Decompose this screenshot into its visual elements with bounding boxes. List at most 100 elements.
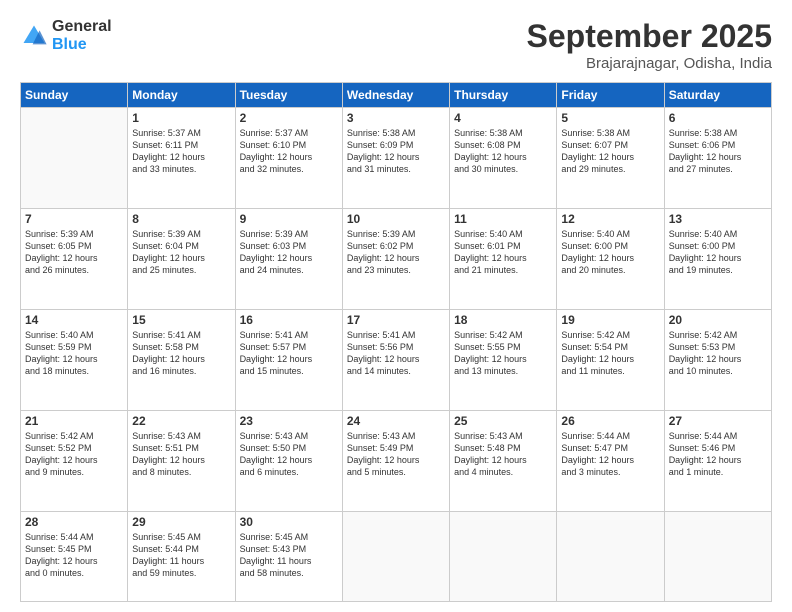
calendar-week-row: 1 Sunrise: 5:37 AM Sunset: 6:11 PM Daylig…: [21, 108, 772, 209]
location: Brajarajnagar, Odisha, India: [527, 55, 772, 72]
calendar-cell: 5Sunrise: 5:38 AM Sunset: 6:07 PM Daylig…: [557, 108, 664, 209]
cell-info: Sunrise: 5:43 AM Sunset: 5:49 PM Dayligh…: [347, 430, 445, 479]
calendar-cell: 15 Sunrise: 5:41 AM Sunset: 5:58 PM Dayli…: [128, 309, 235, 410]
cell-info: Sunrise: 5:38 AM Sunset: 6:09 PM Dayligh…: [347, 127, 445, 176]
cell-info: Sunrise: 5:40 AM Sunset: 6:00 PM Dayligh…: [561, 228, 659, 277]
calendar-cell: 19 Sunrise: 5:42 AM Sunset: 5:54 PM Dayli…: [557, 309, 664, 410]
day-number: 16: [240, 313, 338, 327]
calendar-cell: 8Sunrise: 5:39 AM Sunset: 6:04 PM Daylig…: [128, 208, 235, 309]
weekday-header: Sunday: [21, 83, 128, 108]
calendar-cell: 25 Sunrise: 5:43 AM Sunset: 5:48 PM Dayli…: [450, 410, 557, 511]
logo-text: General Blue: [52, 18, 112, 53]
calendar-cell: [664, 511, 771, 601]
cell-info: Sunrise: 5:42 AM Sunset: 5:52 PM Dayligh…: [25, 430, 123, 479]
header: General Blue September 2025 Brajarajnaga…: [20, 18, 772, 72]
title-block: September 2025 Brajarajnagar, Odisha, In…: [527, 18, 772, 72]
cell-info: Sunrise: 5:44 AM Sunset: 5:45 PM Dayligh…: [25, 531, 123, 580]
calendar-cell: 26 Sunrise: 5:44 AM Sunset: 5:47 PM Dayli…: [557, 410, 664, 511]
weekday-header: Friday: [557, 83, 664, 108]
calendar-cell: 12Sunrise: 5:40 AM Sunset: 6:00 PM Dayli…: [557, 208, 664, 309]
day-number: 30: [240, 515, 338, 529]
calendar-week-row: 14Sunrise: 5:40 AM Sunset: 5:59 PM Dayli…: [21, 309, 772, 410]
weekday-header: Tuesday: [235, 83, 342, 108]
day-number: 5: [561, 111, 659, 125]
day-number: 25: [454, 414, 552, 428]
cell-info: Sunrise: 5:37 AM Sunset: 6:10 PM Dayligh…: [240, 127, 338, 176]
cell-info: Sunrise: 5:45 AM Sunset: 5:44 PM Dayligh…: [132, 531, 230, 580]
day-number: 1: [132, 111, 230, 125]
calendar-week-row: 21 Sunrise: 5:42 AM Sunset: 5:52 PM Dayli…: [21, 410, 772, 511]
weekday-header: Monday: [128, 83, 235, 108]
cell-info: Sunrise: 5:43 AM Sunset: 5:50 PM Dayligh…: [240, 430, 338, 479]
logo: General Blue: [20, 18, 112, 53]
day-number: 18: [454, 313, 552, 327]
calendar-cell: 7Sunrise: 5:39 AM Sunset: 6:05 PM Daylig…: [21, 208, 128, 309]
day-number: 19: [561, 313, 659, 327]
calendar-cell: 9 Sunrise: 5:39 AM Sunset: 6:03 PM Daylig…: [235, 208, 342, 309]
cell-info: Sunrise: 5:43 AM Sunset: 5:51 PM Dayligh…: [132, 430, 230, 479]
calendar-cell: 29 Sunrise: 5:45 AM Sunset: 5:44 PM Dayli…: [128, 511, 235, 601]
calendar-cell: 27 Sunrise: 5:44 AM Sunset: 5:46 PM Dayli…: [664, 410, 771, 511]
weekday-header: Thursday: [450, 83, 557, 108]
cell-info: Sunrise: 5:39 AM Sunset: 6:03 PM Dayligh…: [240, 228, 338, 277]
day-number: 22: [132, 414, 230, 428]
cell-info: Sunrise: 5:42 AM Sunset: 5:55 PM Dayligh…: [454, 329, 552, 378]
calendar-cell: 13Sunrise: 5:40 AM Sunset: 6:00 PM Dayli…: [664, 208, 771, 309]
cell-info: Sunrise: 5:41 AM Sunset: 5:57 PM Dayligh…: [240, 329, 338, 378]
calendar-cell: 18 Sunrise: 5:42 AM Sunset: 5:55 PM Dayli…: [450, 309, 557, 410]
day-number: 13: [669, 212, 767, 226]
calendar-cell: 24 Sunrise: 5:43 AM Sunset: 5:49 PM Dayli…: [342, 410, 449, 511]
cell-info: Sunrise: 5:41 AM Sunset: 5:56 PM Dayligh…: [347, 329, 445, 378]
calendar-week-row: 28Sunrise: 5:44 AM Sunset: 5:45 PM Dayli…: [21, 511, 772, 601]
day-number: 24: [347, 414, 445, 428]
cell-info: Sunrise: 5:42 AM Sunset: 5:54 PM Dayligh…: [561, 329, 659, 378]
calendar-cell: 17Sunrise: 5:41 AM Sunset: 5:56 PM Dayli…: [342, 309, 449, 410]
day-number: 10: [347, 212, 445, 226]
calendar-cell: [21, 108, 128, 209]
day-number: 15: [132, 313, 230, 327]
day-number: 8: [132, 212, 230, 226]
calendar-cell: [342, 511, 449, 601]
cell-info: Sunrise: 5:42 AM Sunset: 5:53 PM Dayligh…: [669, 329, 767, 378]
cell-info: Sunrise: 5:41 AM Sunset: 5:58 PM Dayligh…: [132, 329, 230, 378]
cell-info: Sunrise: 5:39 AM Sunset: 6:02 PM Dayligh…: [347, 228, 445, 277]
day-number: 6: [669, 111, 767, 125]
calendar-table: SundayMondayTuesdayWednesdayThursdayFrid…: [20, 82, 772, 602]
calendar-cell: 22 Sunrise: 5:43 AM Sunset: 5:51 PM Dayli…: [128, 410, 235, 511]
calendar-header-row: SundayMondayTuesdayWednesdayThursdayFrid…: [21, 83, 772, 108]
day-number: 21: [25, 414, 123, 428]
day-number: 4: [454, 111, 552, 125]
cell-info: Sunrise: 5:44 AM Sunset: 5:47 PM Dayligh…: [561, 430, 659, 479]
calendar-cell: [450, 511, 557, 601]
day-number: 14: [25, 313, 123, 327]
calendar-cell: 4Sunrise: 5:38 AM Sunset: 6:08 PM Daylig…: [450, 108, 557, 209]
day-number: 3: [347, 111, 445, 125]
calendar-cell: 2Sunrise: 5:37 AM Sunset: 6:10 PM Daylig…: [235, 108, 342, 209]
calendar-cell: 1 Sunrise: 5:37 AM Sunset: 6:11 PM Daylig…: [128, 108, 235, 209]
cell-info: Sunrise: 5:44 AM Sunset: 5:46 PM Dayligh…: [669, 430, 767, 479]
calendar-cell: [557, 511, 664, 601]
cell-info: Sunrise: 5:43 AM Sunset: 5:48 PM Dayligh…: [454, 430, 552, 479]
day-number: 29: [132, 515, 230, 529]
day-number: 11: [454, 212, 552, 226]
day-number: 23: [240, 414, 338, 428]
calendar-cell: 3 Sunrise: 5:38 AM Sunset: 6:09 PM Daylig…: [342, 108, 449, 209]
cell-info: Sunrise: 5:37 AM Sunset: 6:11 PM Dayligh…: [132, 127, 230, 176]
calendar-cell: 11 Sunrise: 5:40 AM Sunset: 6:01 PM Dayli…: [450, 208, 557, 309]
day-number: 26: [561, 414, 659, 428]
cell-info: Sunrise: 5:45 AM Sunset: 5:43 PM Dayligh…: [240, 531, 338, 580]
day-number: 9: [240, 212, 338, 226]
cell-info: Sunrise: 5:38 AM Sunset: 6:06 PM Dayligh…: [669, 127, 767, 176]
day-number: 7: [25, 212, 123, 226]
calendar-cell: 21 Sunrise: 5:42 AM Sunset: 5:52 PM Dayli…: [21, 410, 128, 511]
day-number: 27: [669, 414, 767, 428]
calendar-cell: 20Sunrise: 5:42 AM Sunset: 5:53 PM Dayli…: [664, 309, 771, 410]
calendar-cell: 10 Sunrise: 5:39 AM Sunset: 6:02 PM Dayli…: [342, 208, 449, 309]
cell-info: Sunrise: 5:40 AM Sunset: 6:01 PM Dayligh…: [454, 228, 552, 277]
weekday-header: Saturday: [664, 83, 771, 108]
month-title: September 2025: [527, 18, 772, 55]
logo-icon: [20, 22, 48, 50]
page: General Blue September 2025 Brajarajnaga…: [0, 0, 792, 612]
weekday-header: Wednesday: [342, 83, 449, 108]
calendar-cell: 23 Sunrise: 5:43 AM Sunset: 5:50 PM Dayli…: [235, 410, 342, 511]
